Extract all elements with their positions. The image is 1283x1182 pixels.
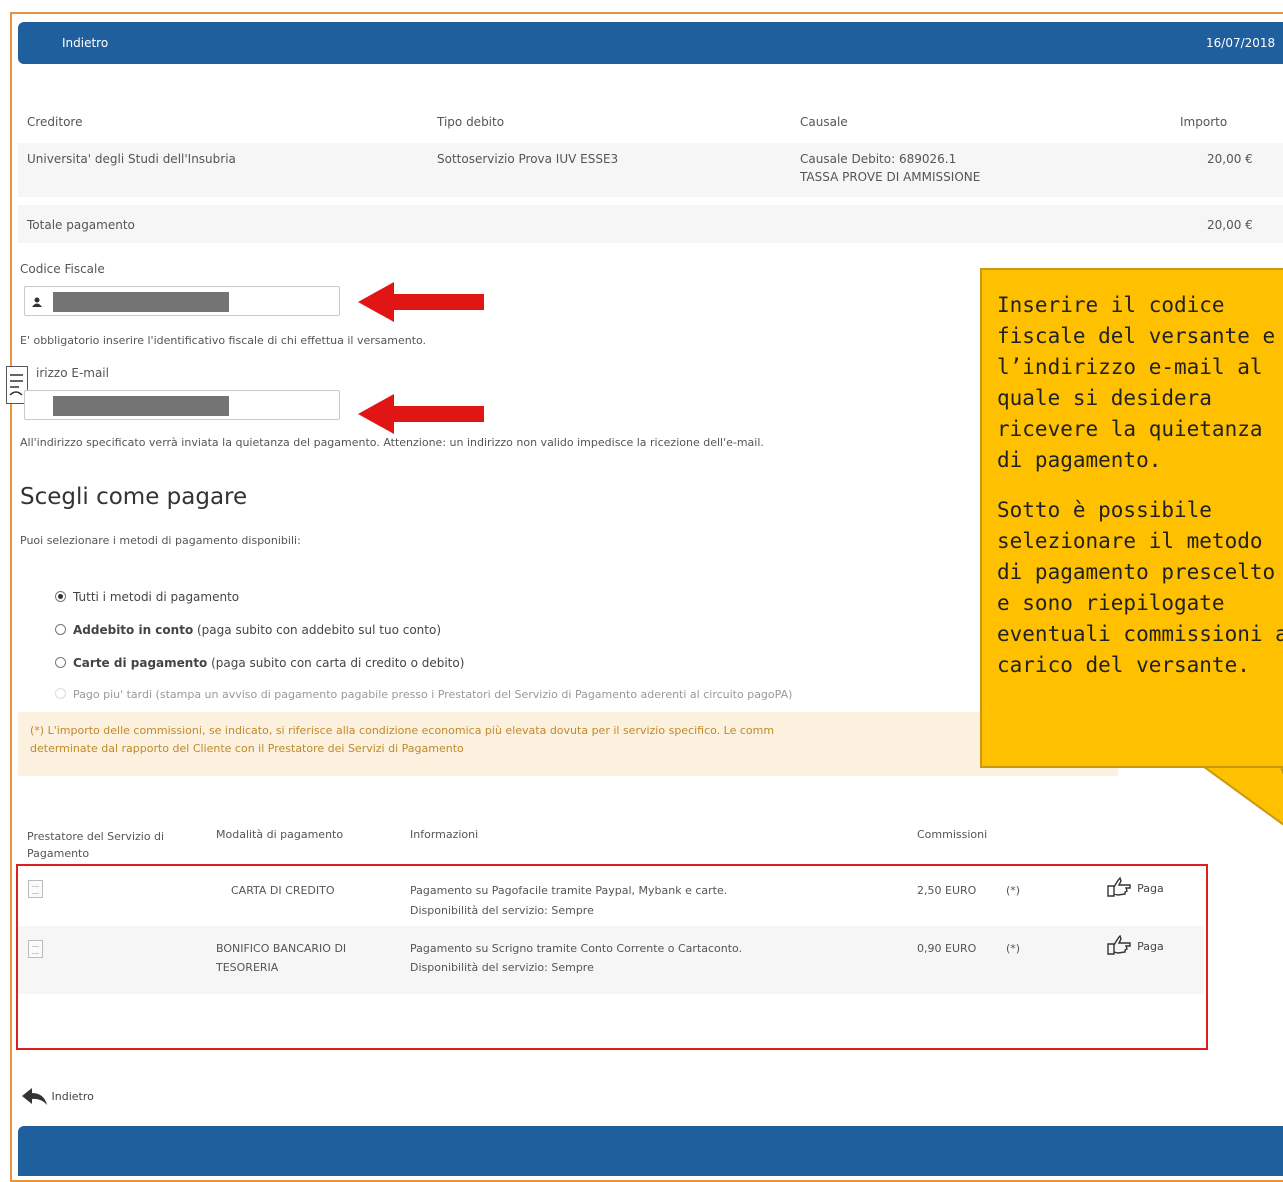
option-label: Carte di pagamento	[73, 656, 208, 670]
redacted-value	[53, 396, 229, 416]
callout-tail	[1200, 764, 1283, 826]
callout-text-1: Inserire il codice fiscale del versante …	[997, 293, 1276, 472]
radio-selected-icon	[55, 591, 66, 602]
note-line-1: (*) L'importo delle commissioni, se indi…	[30, 724, 775, 737]
total-label: Totale pagamento	[27, 218, 135, 232]
footer-back-link[interactable]: Indietro	[22, 1088, 94, 1106]
option-desc: (stampa un avviso di pagamento pagabile …	[152, 688, 793, 701]
option-desc: (paga subito con addebito sul tuo conto)	[193, 623, 441, 637]
payment-section-subtitle: Puoi selezionare i metodi di pagamento d…	[20, 534, 301, 547]
creditor: Universita' degli Studi dell'Insubria	[27, 152, 236, 166]
total-row	[18, 205, 1283, 243]
top-nav-bar: Indietro 16/07/2018	[18, 22, 1283, 64]
col-creditore: Creditore	[27, 115, 83, 129]
commission-note: (*) L'importo delle commissioni, se indi…	[18, 712, 1118, 776]
radio-addebito[interactable]: Addebito in conto (paga subito con addeb…	[55, 623, 441, 637]
col-informazioni: Informazioni	[410, 828, 479, 841]
radio-all-methods[interactable]: Tutti i metodi di pagamento	[55, 590, 239, 604]
radio-carte[interactable]: Carte di pagamento (paga subito con cart…	[55, 656, 464, 670]
option-label: Addebito in conto	[73, 623, 194, 637]
radio-icon	[55, 657, 66, 668]
bottom-bar	[18, 1126, 1283, 1176]
total-amount: 20,00 €	[1207, 218, 1253, 232]
user-icon	[32, 297, 42, 307]
footer-back-label: Indietro	[51, 1090, 94, 1103]
col-commissioni: Commissioni	[917, 828, 988, 841]
col-importo: Importo	[1180, 115, 1228, 129]
email-input[interactable]	[24, 390, 340, 420]
note-line-2: determinate dal rapporto del Cliente con…	[30, 742, 464, 755]
payment-section-title: Scegli come pagare	[20, 484, 248, 510]
option-label: Tutti i metodi di pagamento	[73, 590, 240, 604]
debt-amount: 20,00 €	[1207, 152, 1253, 166]
current-date: 16/07/2018	[1206, 36, 1276, 50]
email-label: irizzo E-mail	[36, 366, 109, 380]
radio-pago-tardi[interactable]: Pago piu' tardi (stampa un avviso di pag…	[55, 688, 792, 701]
red-arrow-icon	[358, 394, 484, 434]
back-link[interactable]: Indietro	[62, 36, 108, 50]
callout-text-2: Sotto è possibile selezionare il metodo …	[997, 498, 1283, 677]
fiscal-code-label: Codice Fiscale	[20, 262, 105, 276]
causale-line-1: Causale Debito: 689026.1	[800, 152, 957, 166]
red-arrow-icon	[358, 282, 484, 322]
email-help: All'indirizzo specificato verrà inviata …	[20, 436, 764, 449]
redacted-value	[53, 292, 229, 312]
col-causale: Causale	[800, 115, 848, 129]
option-label: Pago piu' tardi	[73, 688, 153, 701]
back-arrow-icon	[22, 1088, 47, 1105]
col-modalita: Modalità di pagamento	[216, 828, 344, 841]
option-desc: (paga subito con carta di credito o debi…	[207, 656, 465, 670]
col-tipo-debito: Tipo debito	[437, 115, 505, 129]
causale-line-2: TASSA PROVE DI AMMISSIONE	[800, 170, 981, 184]
annotation-callout: Inserire il codice fiscale del versante …	[980, 268, 1283, 768]
debt-type: Sottoservizio Prova IUV ESSE3	[437, 152, 619, 166]
highlight-box	[16, 864, 1208, 1050]
radio-icon	[55, 688, 66, 699]
radio-icon	[55, 624, 66, 635]
fiscal-code-help: E' obbligatorio inserire l'identificativ…	[20, 334, 427, 347]
col-prestatore: Prestatore del Servizio di Pagamento	[27, 830, 165, 860]
fiscal-code-input[interactable]	[24, 286, 340, 316]
